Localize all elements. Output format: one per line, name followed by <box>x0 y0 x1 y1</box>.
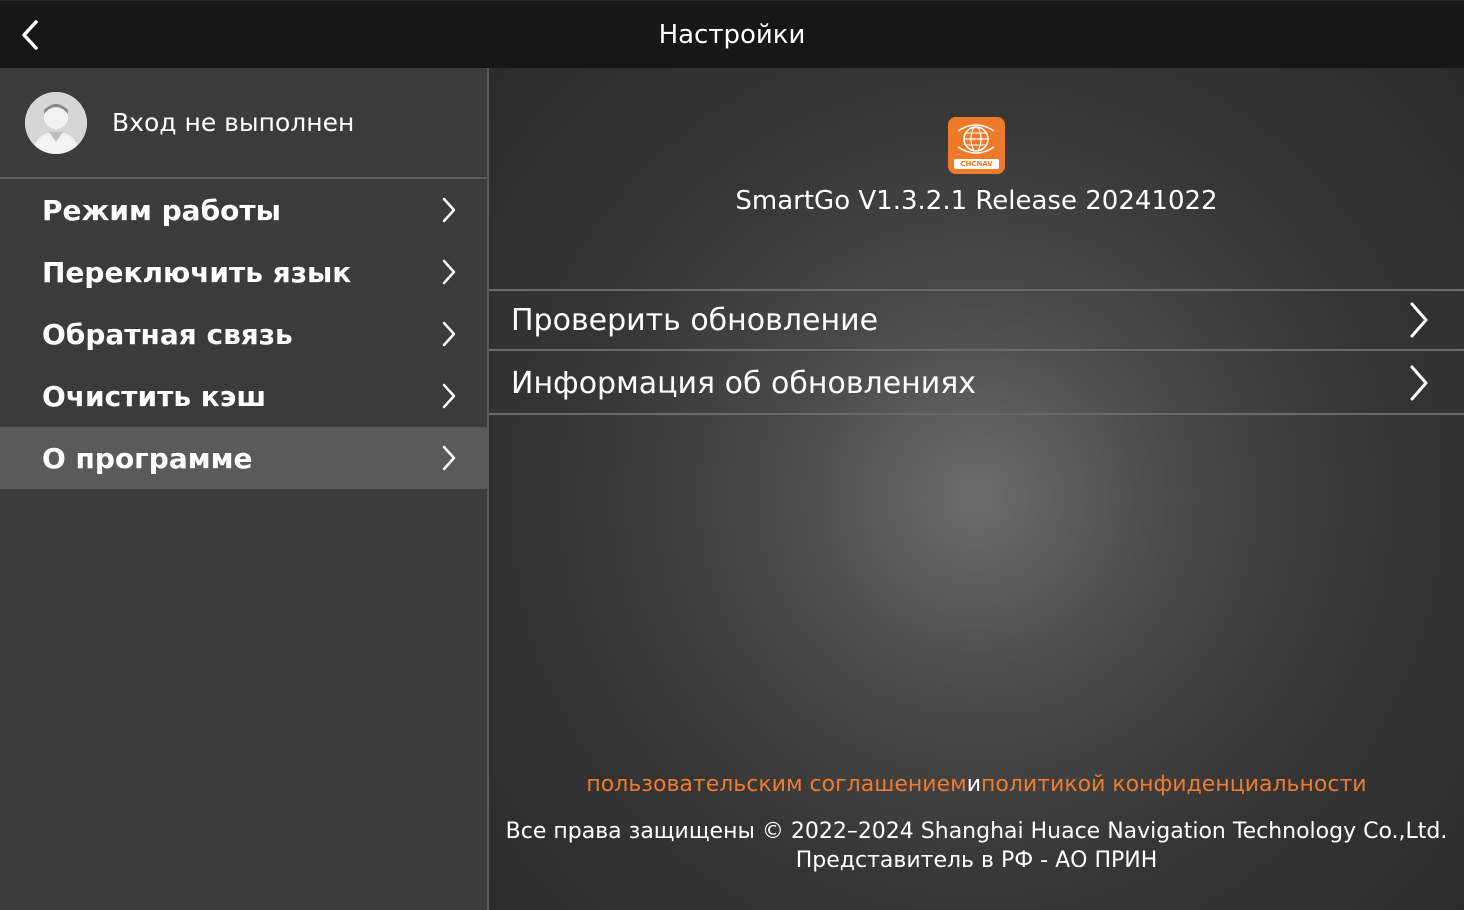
sidebar-item-language[interactable]: Переключить язык <box>0 241 487 303</box>
copyright-block: Все права защищены © 2022–2024 Shanghai … <box>489 817 1464 875</box>
back-button[interactable] <box>10 13 50 57</box>
legal-conjunction: и <box>966 772 981 797</box>
chevron-right-icon <box>442 197 456 223</box>
sidebar-item-clear-cache[interactable]: Очистить кэш <box>0 365 487 427</box>
sidebar-item-label: Переключить язык <box>42 255 352 289</box>
check-update-label: Проверить обновление <box>511 302 879 338</box>
user-agreement-link[interactable]: пользовательским соглашением <box>586 772 966 797</box>
chevron-right-icon <box>1410 365 1428 401</box>
privacy-policy-link[interactable]: политикой конфиденциальности <box>981 772 1367 797</box>
logo-text: CHCNAV <box>960 160 993 168</box>
sidebar-item-label: Режим работы <box>42 193 281 227</box>
sidebar-item-label: Очистить кэш <box>42 379 267 413</box>
top-bar: Настройки <box>0 0 1464 68</box>
sidebar-item-feedback[interactable]: Обратная связь <box>0 303 487 365</box>
update-info-row[interactable]: Информация об обновлениях <box>489 353 1464 415</box>
sidebar-item-label: Обратная связь <box>42 317 293 351</box>
sidebar-item-work-mode[interactable]: Режим работы <box>0 179 487 241</box>
copyright-text: Все права защищены © 2022–2024 Shanghai … <box>505 819 1448 844</box>
check-update-row[interactable]: Проверить обновление <box>489 289 1464 351</box>
app-version: SmartGo V1.3.2.1 Release 20241022 <box>735 186 1218 216</box>
chevron-right-icon <box>442 383 456 409</box>
chevron-right-icon <box>442 321 456 347</box>
representative-text: Представитель в РФ - АО ПРИН <box>795 848 1158 873</box>
page-title: Настройки <box>658 20 806 50</box>
sidebar: Вход не выполнен Режим работы Переключит… <box>0 68 489 910</box>
sidebar-item-label: О программе <box>42 441 253 475</box>
legal-links: пользовательским соглашениемиполитикой к… <box>489 772 1464 797</box>
settings-menu: Режим работы Переключить язык Обратная с… <box>0 179 487 489</box>
chevron-right-icon <box>442 259 456 285</box>
chevron-right-icon <box>442 445 456 471</box>
about-panel: CHCNAV SmartGo V1.3.2.1 Release 20241022… <box>489 68 1464 910</box>
login-status-label: Вход не выполнен <box>112 108 355 137</box>
chevron-right-icon <box>1410 302 1428 338</box>
sidebar-item-about[interactable]: О программе <box>0 427 487 489</box>
app-logo-icon: CHCNAV <box>948 117 1005 174</box>
profile-login[interactable]: Вход не выполнен <box>0 68 487 179</box>
user-avatar-icon <box>25 91 87 154</box>
chevron-left-icon <box>22 20 38 50</box>
update-info-label: Информация об обновлениях <box>511 365 977 401</box>
